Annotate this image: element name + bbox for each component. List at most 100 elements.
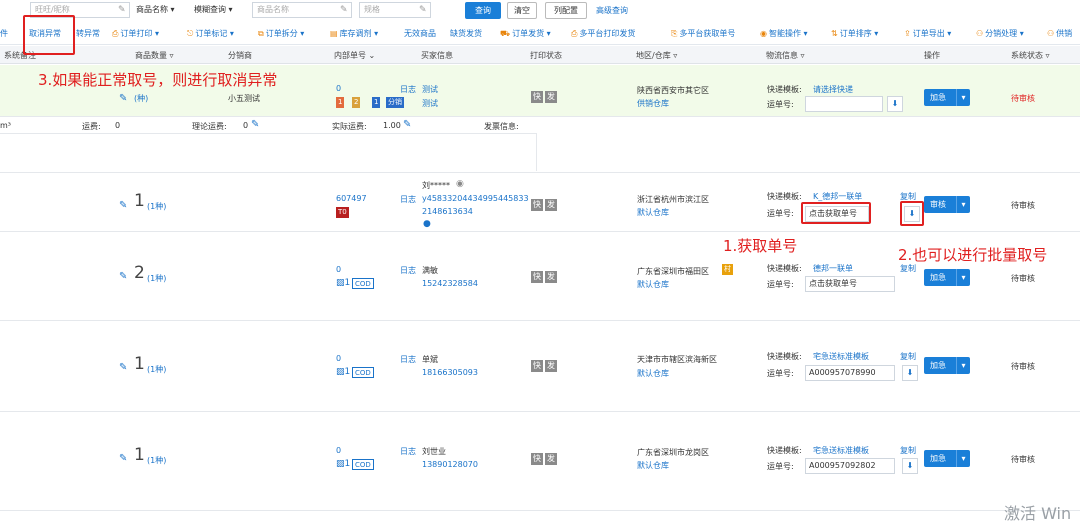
- template-select[interactable]: 宅急送标准模板: [813, 351, 869, 362]
- template-select[interactable]: 德邦一联单: [813, 263, 853, 274]
- filter-icon[interactable]: ▿: [1046, 51, 1050, 60]
- edit-qty-icon[interactable]: ✎: [119, 200, 127, 211]
- waybill-label: 运单号:: [767, 462, 794, 471]
- distribution-icon: ⚇: [976, 29, 984, 38]
- filter-icon[interactable]: ▿: [673, 51, 677, 60]
- query-button[interactable]: 查询: [465, 2, 501, 19]
- product-field-select[interactable]: 商品名称 ▾: [136, 2, 175, 18]
- urgent-button[interactable]: 加急 ▾: [924, 357, 970, 374]
- header-print-status[interactable]: 打印状态: [530, 50, 562, 61]
- download-icon[interactable]: ⬇: [887, 96, 903, 112]
- supply-button[interactable]: ⚇ 供销: [1047, 28, 1072, 39]
- edit-icon[interactable]: ✎: [118, 5, 126, 15]
- header-distributor[interactable]: 分销商: [228, 50, 252, 61]
- internal-no[interactable]: 607497: [336, 194, 367, 203]
- order-mark-button[interactable]: ⎋ 订单标记 ▾: [187, 28, 234, 39]
- log-link[interactable]: 日志: [400, 84, 416, 95]
- copy-link[interactable]: 复制: [900, 445, 916, 456]
- table-row[interactable]: ✎ 1 (1种) 0 ▨1 COD 日志 刘世业 13890128070 快 发…: [0, 413, 1080, 511]
- copy-link[interactable]: 复制: [900, 351, 916, 362]
- actual-freight-label: 实际运费:: [332, 122, 367, 131]
- clear-button[interactable]: 清空: [507, 2, 537, 19]
- template-select[interactable]: K_德邦一联单: [813, 191, 862, 202]
- internal-no[interactable]: 0: [336, 446, 341, 455]
- edit-icon[interactable]: ✎: [251, 119, 259, 130]
- order-split-button[interactable]: ⧉ 订单拆分 ▾: [258, 28, 304, 39]
- internal-no[interactable]: 0: [336, 84, 341, 93]
- printer-icon: ⎙: [571, 29, 578, 38]
- copy-link[interactable]: 复制: [900, 263, 916, 274]
- filter-icon[interactable]: ▿: [170, 51, 174, 60]
- system-status: 待审核: [1011, 362, 1035, 371]
- chevron-down-icon[interactable]: ▾: [956, 196, 970, 213]
- edit-qty-icon[interactable]: ✎: [119, 453, 127, 464]
- table-row[interactable]: ✎ 1 (1种) 0 ▨1 COD 日志 单斌 18166305093 快 发 …: [0, 322, 1080, 412]
- log-link[interactable]: 日志: [400, 194, 416, 205]
- smart-operation-button[interactable]: ◉ 智能操作 ▾: [760, 28, 808, 39]
- header-region-warehouse[interactable]: 地区/仓库 ▿: [636, 50, 677, 61]
- multi-platform-print-button[interactable]: ⎙ 多平台打印发货: [571, 28, 635, 39]
- waybill-input[interactable]: [805, 96, 883, 112]
- header-logistics[interactable]: 物流信息 ▿: [766, 50, 805, 61]
- short-ship-button[interactable]: 缺货发货: [450, 28, 482, 39]
- edit-icon[interactable]: ✎: [403, 119, 411, 130]
- template-select[interactable]: 请选择快递: [813, 84, 853, 95]
- chevron-down-icon[interactable]: ▾: [956, 450, 970, 467]
- waybill-input[interactable]: A000957078990: [805, 365, 895, 381]
- header-product-qty[interactable]: 商品数量 ▿: [135, 50, 174, 61]
- waybill-input[interactable]: 点击获取单号: [805, 276, 895, 292]
- header-system-status[interactable]: 系统状态 ▿: [1011, 50, 1050, 61]
- column-config-button[interactable]: 列配置: [545, 2, 587, 19]
- edit-icon[interactable]: ✎: [340, 5, 348, 15]
- match-mode-select[interactable]: 模糊查询 ▾: [194, 2, 233, 18]
- distribution-button[interactable]: ⚇ 分销处理 ▾: [976, 28, 1024, 39]
- stock-adjust-button[interactable]: ▤ 库存调剂 ▾: [330, 28, 378, 39]
- template-select[interactable]: 宅急送标准模板: [813, 445, 869, 456]
- log-link[interactable]: 日志: [400, 354, 416, 365]
- review-button[interactable]: 审核 ▾: [924, 196, 970, 213]
- header-internal-no[interactable]: 内部单号 ⌄: [334, 50, 375, 61]
- edit-qty-icon[interactable]: ✎: [119, 362, 127, 373]
- log-link[interactable]: 日志: [400, 446, 416, 457]
- chevron-down-icon[interactable]: ▾: [956, 269, 970, 286]
- internal-no[interactable]: 0: [336, 354, 341, 363]
- urgent-button[interactable]: 加急 ▾: [924, 89, 970, 106]
- highlight-batch-box: [900, 201, 924, 226]
- eye-icon[interactable]: ◉: [456, 179, 464, 189]
- detail-panel: [0, 133, 537, 171]
- freight-value: 0: [115, 121, 121, 130]
- edit-qty-icon[interactable]: ✎: [119, 271, 127, 282]
- tag-badge: T0: [336, 207, 349, 218]
- waybill-input[interactable]: A000957092802: [805, 458, 895, 474]
- internal-no[interactable]: 0: [336, 265, 341, 274]
- download-icon[interactable]: ⬇: [902, 365, 918, 381]
- table-row[interactable]: ✎ 1 (1种) 607497 T0 日志 刘***** ◉ y45833204…: [0, 174, 1080, 232]
- header-buyer-info[interactable]: 买家信息: [421, 50, 453, 61]
- invalid-product-button[interactable]: 无效商品: [404, 28, 436, 39]
- order-sort-button[interactable]: ⇅ 订单排序 ▾: [831, 28, 878, 39]
- chevron-down-icon[interactable]: ▾: [956, 357, 970, 374]
- chevron-down-icon[interactable]: ▾: [956, 89, 970, 106]
- advanced-search-link[interactable]: 高级查询: [596, 5, 628, 16]
- urgent-button[interactable]: 加急 ▾: [924, 450, 970, 467]
- multi-platform-waybill-button[interactable]: ⎘ 多平台获取单号: [671, 28, 735, 39]
- urgent-button[interactable]: 加急 ▾: [924, 269, 970, 286]
- log-link[interactable]: 日志: [400, 265, 416, 276]
- toolbar-item-jian[interactable]: 件: [0, 28, 8, 39]
- ship-print-status: 发: [545, 360, 557, 372]
- product-name-input[interactable]: 商品名称: [252, 2, 352, 18]
- edit-icon[interactable]: ✎: [419, 5, 427, 15]
- invoice-icon: ▨1: [336, 459, 351, 469]
- detail-row: m³ 运费: 0 理论运费: 0 ✎ 实际运费: 1.00 ✎ 发票信息:: [0, 117, 1080, 173]
- to-exception-button[interactable]: 转异常: [76, 28, 100, 39]
- header-operation[interactable]: 操作: [924, 50, 940, 61]
- order-print-button[interactable]: ⎙ 订单打印 ▾: [112, 28, 159, 39]
- filter-icon[interactable]: ▿: [801, 51, 805, 60]
- download-icon[interactable]: ⬇: [902, 458, 918, 474]
- warehouse: 默认仓库: [637, 461, 669, 470]
- chat-icon[interactable]: ●: [423, 219, 431, 229]
- order-ship-button[interactable]: ⛟ 订单发货 ▾: [500, 28, 551, 39]
- edit-qty-icon[interactable]: ✎: [119, 93, 127, 104]
- sort-icon[interactable]: ⌄: [369, 51, 376, 60]
- order-export-button[interactable]: ⇪ 订单导出 ▾: [904, 28, 951, 39]
